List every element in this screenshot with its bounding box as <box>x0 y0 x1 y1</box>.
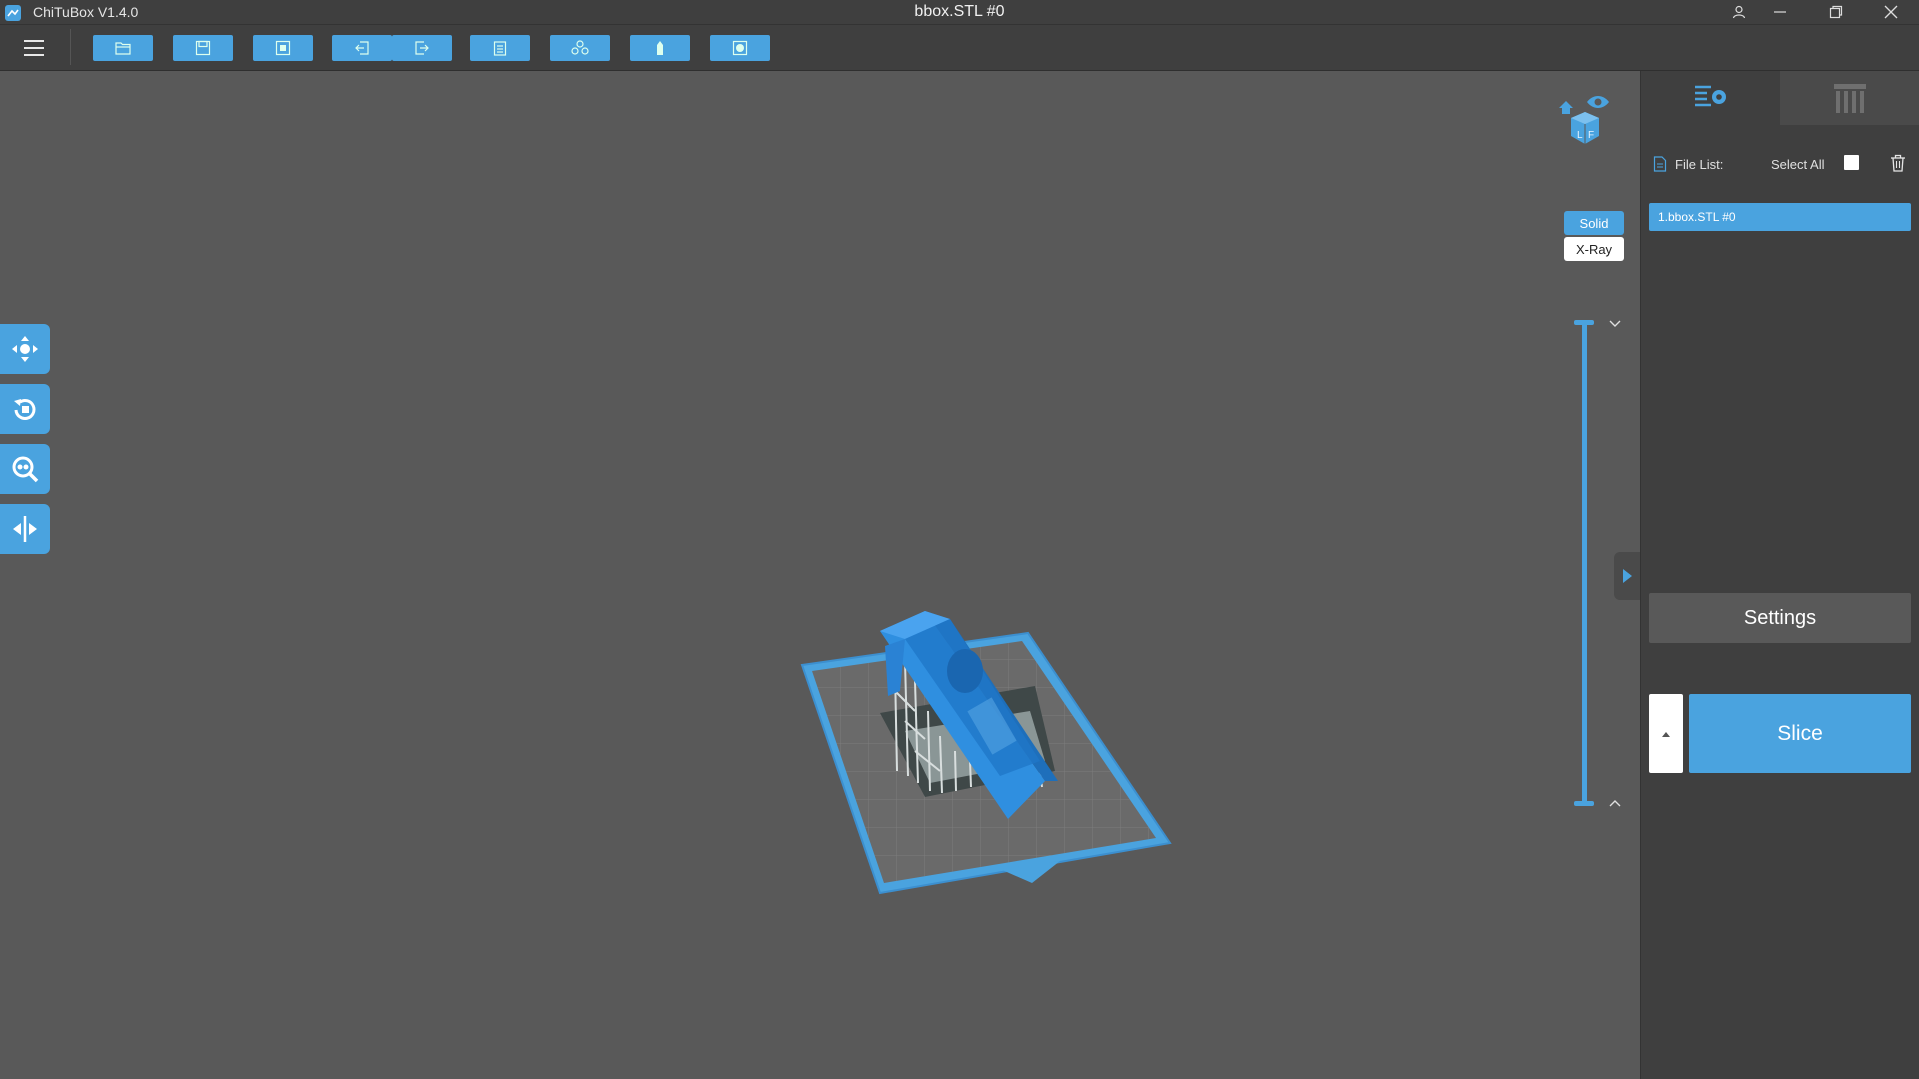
fill-button[interactable] <box>710 35 770 61</box>
right-panel: File List: Select All 1.bbox.STL #0 Sett… <box>1640 71 1919 1079</box>
fill-icon <box>732 40 748 56</box>
restore-icon <box>1829 5 1843 19</box>
scale-icon <box>12 456 39 483</box>
export-button[interactable] <box>392 35 452 61</box>
toolbar-divider <box>70 29 71 65</box>
layer-slider[interactable] <box>1582 320 1587 805</box>
screenshot-icon <box>275 40 291 56</box>
file-list-item[interactable]: 1.bbox.STL #0 <box>1649 203 1911 231</box>
export-icon <box>415 41 429 55</box>
document-icon <box>1653 156 1667 172</box>
close-button[interactable] <box>1866 0 1916 24</box>
scale-tool-button[interactable] <box>0 444 50 494</box>
slice-options-button[interactable] <box>1649 694 1683 773</box>
import-button[interactable] <box>332 35 392 61</box>
app-logo-icon <box>5 5 21 21</box>
restore-button[interactable] <box>1811 0 1861 24</box>
file-settings-icon <box>1694 85 1726 107</box>
panel-collapse-button[interactable] <box>1614 552 1640 600</box>
rotate-icon <box>14 399 36 420</box>
user-icon <box>1732 5 1746 19</box>
xray-mode-button[interactable]: X-Ray <box>1564 237 1624 261</box>
mirror-tool-button[interactable] <box>0 504 50 554</box>
select-all-checkbox[interactable] <box>1844 155 1859 170</box>
minimize-icon <box>1774 11 1786 13</box>
svg-text:L: L <box>1577 130 1583 141</box>
main-toolbar <box>0 25 1919 71</box>
hamburger-menu-button[interactable] <box>20 36 48 60</box>
chevron-down-icon[interactable] <box>1607 316 1623 332</box>
supports-icon <box>1833 84 1866 113</box>
screenshot-button[interactable] <box>253 35 313 61</box>
open-file-icon <box>115 42 131 55</box>
import-icon <box>355 41 369 55</box>
slice-button[interactable]: Slice <box>1689 694 1911 773</box>
title-bar: ChiTuBox V1.4.0 bbox.STL #0 <box>0 0 1919 25</box>
window-title: bbox.STL #0 <box>914 3 1005 20</box>
close-icon <box>1884 5 1898 19</box>
layer-slider-top-handle[interactable] <box>1574 320 1594 325</box>
caret-up-icon <box>1662 731 1670 737</box>
save-button[interactable] <box>173 35 233 61</box>
tab-supports[interactable] <box>1780 71 1919 125</box>
build-plate-scene[interactable] <box>0 71 1640 1079</box>
save-icon <box>195 40 211 56</box>
view-cube-icon[interactable]: L F <box>1555 90 1615 150</box>
mirror-icon <box>13 516 37 542</box>
clipboard-button[interactable] <box>470 35 530 61</box>
open-file-button[interactable] <box>93 35 153 61</box>
rotate-tool-button[interactable] <box>0 384 50 434</box>
hollow-icon <box>657 41 663 55</box>
arrange-icon <box>571 40 589 55</box>
solid-mode-button[interactable]: Solid <box>1564 211 1624 235</box>
move-tool-button[interactable] <box>0 324 50 374</box>
file-list-label: File List: <box>1675 157 1724 172</box>
chevron-up-icon[interactable] <box>1607 795 1623 811</box>
trash-icon[interactable] <box>1890 154 1906 172</box>
app-name: ChiTuBox V1.4.0 <box>33 4 139 20</box>
play-right-icon <box>1623 569 1632 583</box>
move-icon <box>12 336 38 362</box>
clipboard-icon <box>493 41 507 56</box>
layer-slider-bottom-handle[interactable] <box>1574 801 1594 806</box>
settings-button[interactable]: Settings <box>1649 593 1911 643</box>
select-all-label: Select All <box>1771 157 1825 172</box>
file-list-header: File List: Select All <box>1653 154 1908 175</box>
hollow-button[interactable] <box>630 35 690 61</box>
svg-text:F: F <box>1588 130 1594 141</box>
tab-file-settings[interactable] <box>1641 71 1780 125</box>
arrange-button[interactable] <box>550 35 610 61</box>
3d-viewport[interactable] <box>0 71 1640 1079</box>
hamburger-icon <box>24 40 44 56</box>
minimize-button[interactable] <box>1755 0 1805 24</box>
